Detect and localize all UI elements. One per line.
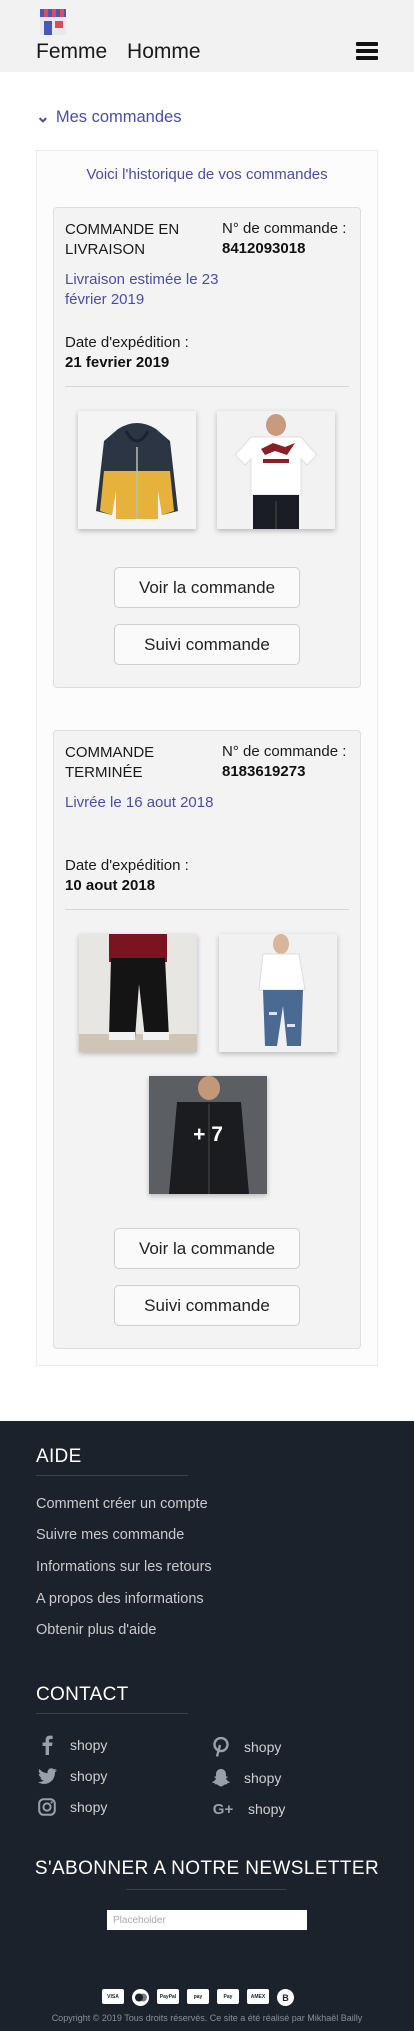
ship-date: 10 aout 2018: [65, 877, 156, 894]
social-label: shopy: [244, 1770, 282, 1786]
bitcoin-icon: B: [277, 1989, 294, 2006]
mastercard-icon: [132, 1989, 149, 2006]
orders-panel: Voici l'historique de vos commandes COMM…: [36, 150, 378, 1366]
google-plus-icon: G+: [212, 1800, 234, 1818]
divider: [65, 909, 349, 910]
divider: [126, 1889, 286, 1890]
footer: AIDE Comment créer un compte Suivre mes …: [0, 1421, 414, 2031]
product-thumbnail-jeans[interactable]: [219, 934, 337, 1052]
snapchat-icon: [210, 1768, 232, 1788]
divider: [36, 1475, 188, 1476]
view-order-button[interactable]: Voir la commande: [114, 567, 300, 608]
help-link[interactable]: Comment créer un compte: [36, 1496, 208, 1512]
nav-femme[interactable]: Femme: [36, 40, 107, 63]
newsletter-email-input[interactable]: [107, 1910, 307, 1930]
order-card: COMMANDE TERMINÉE N° de commande : 81836…: [53, 730, 361, 1349]
product-thumbnail-joggers[interactable]: [79, 934, 197, 1052]
facebook-icon: [36, 1735, 58, 1755]
help-title: AIDE: [36, 1446, 82, 1467]
social-link-facebook[interactable]: shopy: [36, 1735, 107, 1755]
orders-section-toggle[interactable]: ⌄ Mes commandes: [36, 107, 181, 127]
delivery-status: Livrée le 16 aout 2018: [65, 794, 214, 811]
track-order-button[interactable]: Suivi commande: [114, 1285, 300, 1326]
menu-icon[interactable]: [356, 42, 378, 60]
order-status: COMMANDE EN LIVRAISON: [65, 221, 180, 258]
social-label: shopy: [244, 1739, 282, 1755]
orders-intro: Voici l'historique de vos commandes: [86, 166, 328, 183]
social-link-instagram[interactable]: shopy: [36, 1797, 107, 1817]
help-link[interactable]: A propos des informations: [36, 1591, 204, 1607]
order-number: 8183619273: [222, 763, 306, 780]
help-link[interactable]: Obtenir plus d'aide: [36, 1622, 156, 1638]
social-label: shopy: [70, 1799, 108, 1815]
help-link[interactable]: Informations sur les retours: [36, 1559, 212, 1575]
divider: [65, 386, 349, 387]
twitter-icon: [36, 1766, 58, 1786]
pinterest-icon: [210, 1737, 232, 1757]
section-title: Mes commandes: [55, 108, 182, 126]
main-nav: Femme Homme: [36, 40, 215, 64]
social-label: shopy: [248, 1801, 286, 1817]
newsletter-title: S'ABONNER A NOTRE NEWSLETTER: [34, 1858, 380, 1879]
track-order-button[interactable]: Suivi commande: [114, 624, 300, 665]
social-link-pinterest[interactable]: shopy: [210, 1737, 281, 1757]
social-link-google-plus[interactable]: G+ shopy: [210, 1799, 286, 1819]
order-number-label: N° de commande :: [222, 220, 347, 237]
ship-date-label: Date d'expédition :: [65, 334, 189, 351]
contact-title: CONTACT: [36, 1684, 129, 1705]
google-pay-icon: pay: [187, 1989, 209, 2004]
amex-icon: AMEX: [247, 1989, 269, 2004]
visa-icon: VISA: [102, 1989, 124, 2004]
social-link-snapchat[interactable]: shopy: [210, 1768, 281, 1788]
order-number: 8412093018: [222, 240, 306, 257]
nav-homme[interactable]: Homme: [127, 40, 201, 63]
help-link[interactable]: Suivre mes commande: [36, 1527, 184, 1543]
social-label: shopy: [70, 1737, 108, 1753]
copyright: Copyright © 2019 Tous droits réservés. C…: [51, 2013, 363, 2023]
more-items-count: + 7: [193, 1123, 223, 1146]
social-label: shopy: [70, 1768, 108, 1784]
paypal-icon: PayPal: [157, 1989, 179, 2004]
divider: [36, 1713, 188, 1714]
product-thumbnail-jacket[interactable]: + 7: [149, 1076, 267, 1194]
order-status: COMMANDE TERMINÉE: [65, 744, 155, 781]
ship-date: 21 fevrier 2019: [65, 354, 170, 371]
product-thumbnail-tshirt[interactable]: [217, 411, 335, 529]
header: Femme Homme: [0, 0, 414, 72]
product-thumbnail-hoodie[interactable]: [78, 411, 196, 529]
shop-logo-icon[interactable]: [38, 6, 68, 36]
order-card: COMMANDE EN LIVRAISON N° de commande : 8…: [53, 207, 361, 688]
delivery-estimate: Livraison estimée le 23 février 2019: [65, 271, 219, 308]
chevron-down-icon: ⌄: [36, 108, 50, 126]
instagram-icon: [36, 1797, 58, 1817]
order-number-label: N° de commande :: [222, 743, 347, 760]
social-link-twitter[interactable]: shopy: [36, 1766, 107, 1786]
view-order-button[interactable]: Voir la commande: [114, 1228, 300, 1269]
payment-methods: VISA PayPal pay Pay AMEX B: [102, 1989, 294, 2006]
ship-date-label: Date d'expédition :: [65, 857, 189, 874]
apple-pay-icon: Pay: [217, 1989, 239, 2004]
